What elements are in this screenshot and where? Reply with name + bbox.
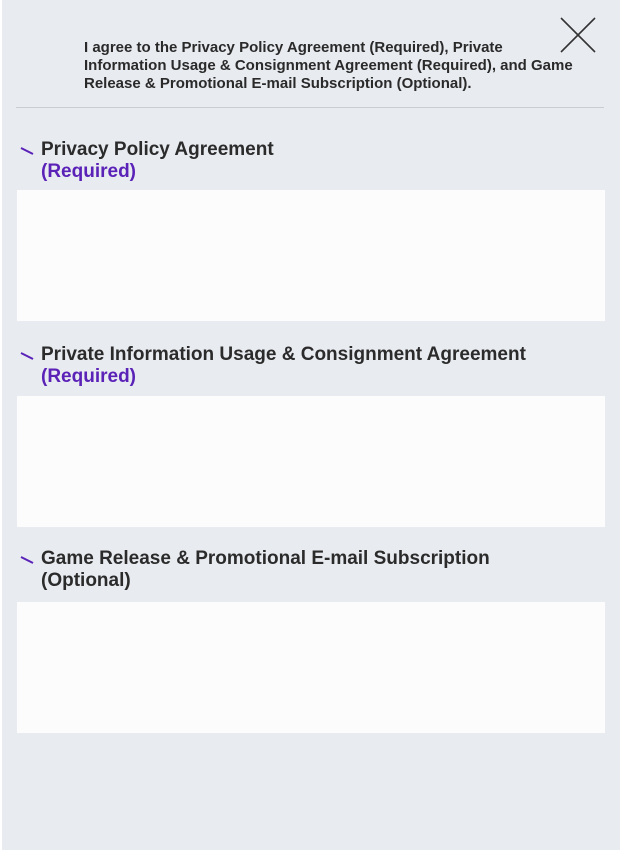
section-title: Game Release & Promotional E-mail Subscr…: [41, 548, 490, 569]
header-divider: [16, 107, 604, 108]
section-title: Privacy Policy Agreement: [41, 139, 274, 160]
slash-bullet-icon: [20, 556, 34, 564]
required-tag: (Required): [41, 366, 136, 387]
slash-bullet-icon: [20, 352, 34, 360]
privacy-policy-text-box[interactable]: [17, 190, 605, 321]
terms-dialog: I agree to the Privacy Policy Agreement …: [2, 0, 620, 850]
email-subscription-text-box[interactable]: [17, 602, 605, 733]
slash-bullet-icon: [20, 147, 34, 155]
private-information-text-box[interactable]: [17, 396, 605, 527]
agreement-intro-text: I agree to the Privacy Policy Agreement …: [84, 39, 573, 92]
required-tag: (Required): [41, 161, 136, 182]
section-title: Private Information Usage & Consignment …: [41, 344, 526, 365]
optional-tag: (Optional): [41, 570, 131, 591]
